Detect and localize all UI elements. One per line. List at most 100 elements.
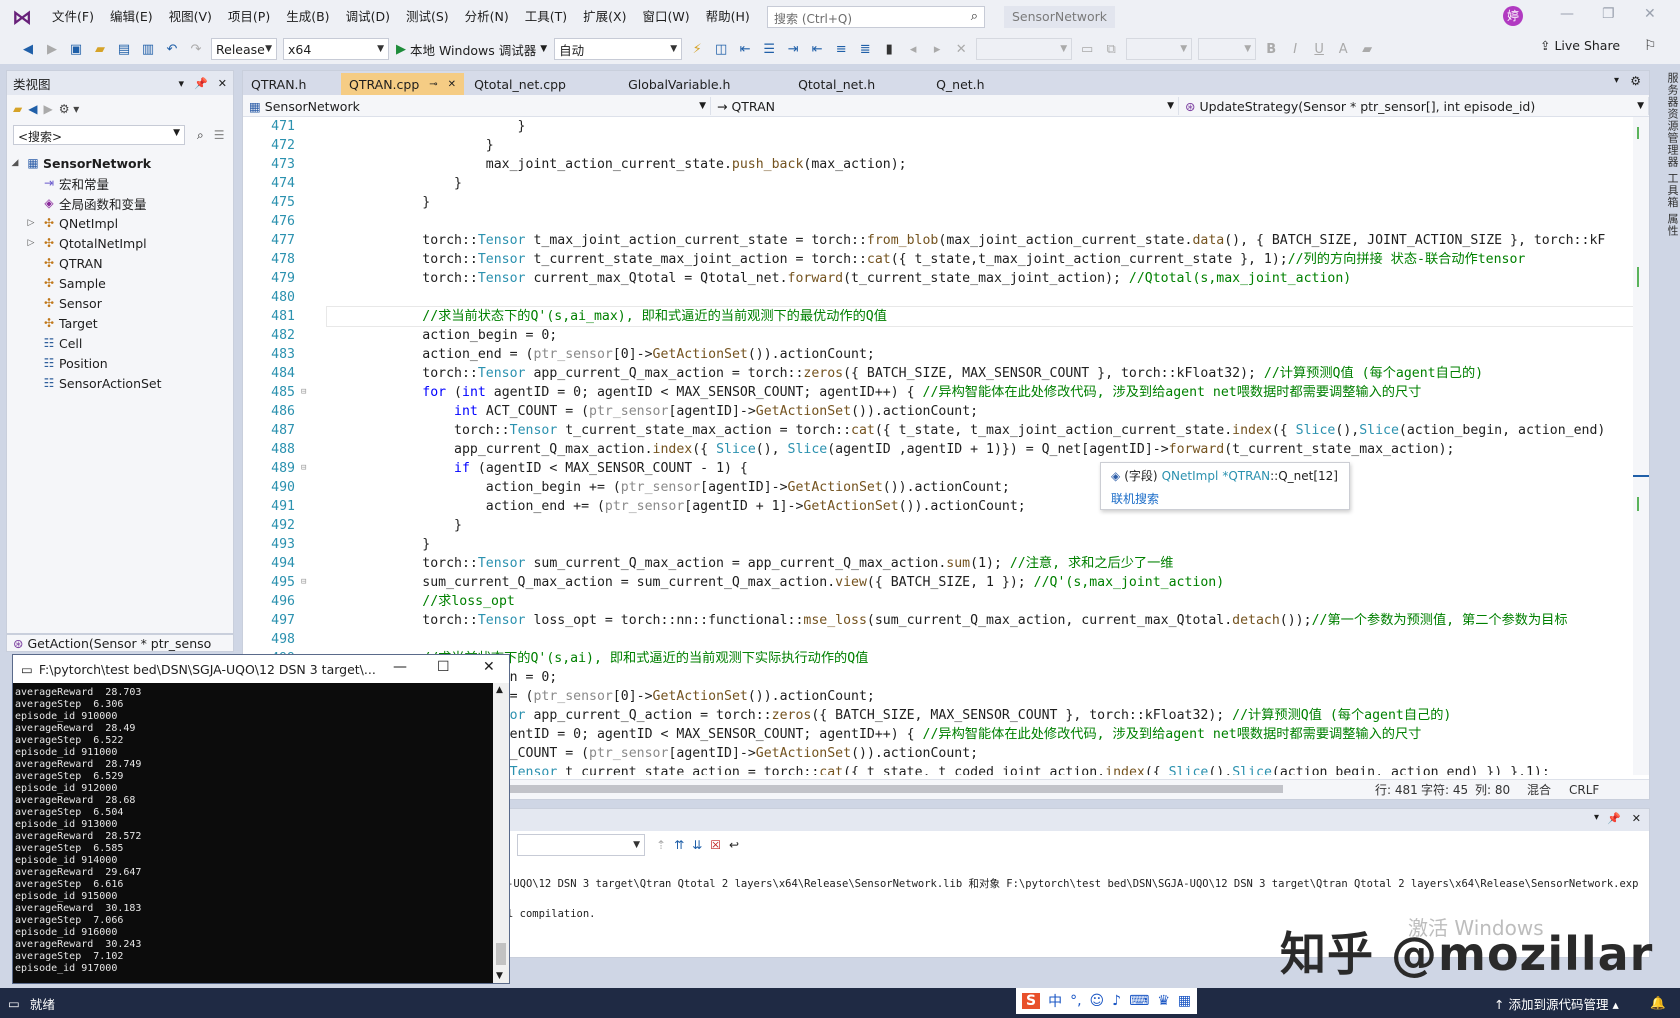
bold-icon[interactable]: B (1261, 39, 1281, 59)
tree-item[interactable]: ⇥ 宏和常量 (7, 173, 233, 193)
config-select[interactable]: Release ▼ (211, 38, 277, 60)
maximize-icon[interactable]: ❐ (1602, 6, 1615, 22)
code-line[interactable]: 493 } (243, 535, 1633, 554)
close-icon[interactable]: ✕ (1632, 812, 1641, 825)
pin-icon[interactable]: 📌 (194, 77, 208, 90)
tree-item[interactable]: ☷ Cell (7, 333, 233, 353)
collapsed-arrow-icon[interactable]: ▷ (23, 238, 39, 248)
menu-item[interactable]: 项目(P) (220, 0, 278, 34)
nav-member-select[interactable]: ⊛ UpdateStrategy(Sensor * ptr_sensor[], … (1181, 97, 1649, 115)
clear-all-icon[interactable]: ☒ (710, 838, 721, 852)
vertical-scrollbar[interactable] (1633, 117, 1649, 775)
tree-item[interactable]: ✣ QTRAN (7, 253, 233, 273)
code-line[interactable]: 482 action_begin = 0; (243, 326, 1633, 345)
next-message-icon[interactable]: ⇊ (692, 838, 702, 852)
tree-item[interactable]: ☷ Position (7, 353, 233, 373)
tree-item[interactable]: ▷ ✣ QNetImpl (7, 213, 233, 233)
bookmark-next-icon[interactable]: ▸ (927, 39, 947, 59)
tree-item[interactable]: ✣ Sample (7, 273, 233, 293)
folder-icon[interactable]: ▰ (13, 102, 22, 116)
fit-icon[interactable]: ▭ (1077, 39, 1097, 59)
code-line[interactable]: 480 (243, 288, 1633, 307)
fold-icon[interactable]: ⊟ (301, 573, 327, 592)
tree-item[interactable]: ☷ SensorActionSet (7, 373, 233, 393)
code-line[interactable]: 476 (243, 212, 1633, 231)
tab-qtotal-net-cpp[interactable]: Qtotal_net.cpp (466, 73, 619, 95)
run-mode-select[interactable]: 自动 ▼ (554, 38, 683, 60)
minimize-icon[interactable]: — (1560, 6, 1574, 22)
tree-item[interactable]: ◈ 全局函数和变量 (7, 193, 233, 213)
find-icon[interactable]: ⇡ (656, 838, 666, 852)
nav-class-select[interactable]: → QTRAN ▼ (713, 97, 1179, 115)
console-scroll-thumb[interactable] (496, 943, 506, 965)
feedback-icon[interactable]: ⚐ (1644, 38, 1657, 54)
code-line[interactable]: 495 ⊟ sum_current_Q_max_action = sum_curr… (243, 573, 1633, 592)
menu-item[interactable]: 测试(S) (398, 0, 457, 34)
dropdown-icon[interactable]: ▾ (179, 77, 185, 90)
code-line[interactable]: 497 torch::Tensor loss_opt = torch::nn::… (243, 611, 1633, 630)
format-icon[interactable]: ☰ (759, 39, 779, 59)
online-search-link[interactable]: 联机搜索 (1111, 490, 1339, 507)
font-color-icon[interactable]: A (1333, 39, 1353, 59)
forward-icon[interactable]: ▶ (43, 102, 52, 116)
console-titlebar[interactable]: ▭ F:\pytorch\test bed\DSN\SGJA-UQO\12 DS… (13, 655, 509, 683)
indent-icon[interactable]: ⇥ (783, 39, 803, 59)
code-line[interactable]: 478 torch::Tensor t_current_state_max_jo… (243, 250, 1633, 269)
collapsed-arrow-icon[interactable]: ▷ (23, 218, 39, 228)
close-icon[interactable]: ✕ (218, 77, 227, 90)
code-line[interactable]: 496 //求loss_opt (243, 592, 1633, 611)
list-icon[interactable]: ☰ (214, 128, 225, 142)
code-line[interactable]: 477 torch::Tensor t_max_joint_action_cur… (243, 231, 1633, 250)
dropdown-icon[interactable]: ▾ (1594, 812, 1599, 823)
output-source-select[interactable]: ▼ (517, 834, 645, 856)
menu-item[interactable]: 工具(T) (517, 0, 575, 34)
search-input[interactable]: 搜索 (Ctrl+Q) ⌕ (767, 6, 985, 28)
italic-icon[interactable]: I (1285, 39, 1305, 59)
undo-icon[interactable]: ↶ (162, 39, 182, 59)
bookmark-clear-icon[interactable]: ✕ (951, 39, 971, 59)
platform-select[interactable]: x64 ▼ (283, 38, 389, 60)
right-sidebar-tabs[interactable]: 服务器资源管理器 工具箱 属性 (1654, 70, 1680, 970)
menu-item[interactable]: 调试(D) (338, 0, 398, 34)
step-icon[interactable]: ⇤ (735, 39, 755, 59)
tree-item[interactable]: ▷ ✣ QtotalNetImpl (7, 233, 233, 253)
code-line[interactable]: 479 torch::Tensor current_max_Qtotal = Q… (243, 269, 1633, 288)
comment-icon[interactable]: ≡ (831, 39, 851, 59)
tab-qtran-cpp[interactable]: QTRAN.cpp ⊸ ✕ (341, 73, 465, 95)
tab-qtran-h[interactable]: QTRAN.h (243, 73, 339, 95)
word-wrap-icon[interactable]: ↩ (729, 838, 739, 852)
redo-icon[interactable]: ↷ (186, 39, 206, 59)
tab-globalvariable-h[interactable]: GlobalVariable.h (620, 73, 789, 95)
code-line[interactable]: 486 int ACT_COUNT = (ptr_sensor[agentID]… (243, 402, 1633, 421)
tab-overflow-icon[interactable]: ▾ (1614, 75, 1619, 86)
search-icon[interactable]: ⌕ (197, 128, 204, 143)
expanded-arrow-icon[interactable]: ◢ (7, 158, 23, 168)
notification-icon[interactable]: 🔔 (1650, 995, 1666, 1011)
outdent-icon[interactable]: ⇤ (807, 39, 827, 59)
settings-gear-icon[interactable]: ⚙ ▾ (59, 102, 80, 116)
tab-q-net-h[interactable]: Q_net.h (928, 73, 1025, 95)
attach-icon[interactable]: ⚡ (687, 39, 707, 59)
menu-item[interactable]: 扩展(X) (575, 0, 634, 34)
avatar[interactable]: 婷 (1503, 6, 1523, 26)
console-scrollbar[interactable]: ▲ ▼ (493, 683, 509, 983)
close-window-icon[interactable]: ✕ (1644, 6, 1656, 22)
horizontal-scrollbar[interactable] (483, 785, 1283, 793)
forward-icon[interactable]: ▶ (42, 39, 62, 59)
pin-icon[interactable]: ⊸ (429, 79, 437, 90)
code-line[interactable]: 471 } (243, 117, 1633, 136)
close-tab-icon[interactable]: ✕ (448, 79, 456, 90)
run-debugger-button[interactable]: ▶ 本地 Windows 调试器 ▼ (396, 40, 547, 59)
code-line[interactable]: 498 (243, 630, 1633, 649)
fold-icon[interactable]: ⊟ (301, 459, 327, 478)
fold-icon[interactable]: ⊟ (301, 383, 327, 402)
menu-item[interactable]: 文件(F) (44, 0, 102, 34)
maximize-icon[interactable]: ☐ (437, 659, 450, 675)
nav-project-select[interactable]: ▦ SensorNetwork ▼ (245, 97, 711, 115)
font-size-select[interactable]: ▼ (1126, 38, 1193, 60)
save-all-icon[interactable]: ▥ (138, 39, 158, 59)
uncomment-icon[interactable]: ≣ (855, 39, 875, 59)
code-line[interactable]: 472 } (243, 136, 1633, 155)
code-line[interactable]: 491 action_end += (ptr_sensor[agentID + … (243, 497, 1633, 516)
tree-item[interactable]: ✣ Sensor (7, 293, 233, 313)
